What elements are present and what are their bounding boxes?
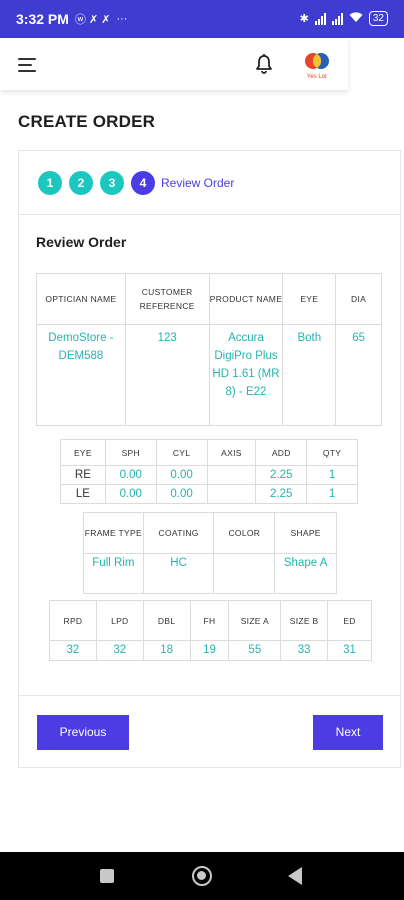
cell-size-a: 55 — [228, 640, 282, 661]
cell-eye-re: RE — [60, 465, 106, 485]
cell-add: 2.25 — [255, 484, 308, 504]
header-product-name: PRODUCT NAME — [208, 273, 284, 325]
frame-table: FRAME TYPE COATING COLOR SHAPE Full Rim … — [83, 512, 337, 594]
power-table: EYE SPH CYL AXIS ADD QTY RE 0.00 0.00 2.… — [60, 439, 358, 504]
status-time: 3:32 PM — [16, 11, 69, 27]
header-frame-type: FRAME TYPE — [83, 512, 144, 554]
cell-size-b: 33 — [280, 640, 329, 661]
battery-icon: 32 — [368, 11, 388, 26]
cell-dia: 65 — [335, 324, 382, 426]
header-lpd: LPD — [95, 600, 144, 641]
cell-optician-name: DemoStore - DEM588 — [36, 324, 126, 426]
cell-frame-type: Full Rim — [83, 553, 144, 594]
header-color: COLOR — [213, 512, 276, 554]
cell-customer-reference: 123 — [124, 324, 210, 426]
app-header: Yes Lor — [0, 38, 348, 90]
header-size-a: SIZE A — [228, 600, 282, 641]
step-1[interactable]: 1 — [38, 171, 62, 195]
header-qty: QTY — [306, 439, 358, 466]
header-rpd: RPD — [49, 600, 97, 641]
header-eye: EYE — [282, 273, 337, 325]
cell-cyl: 0.00 — [155, 465, 208, 485]
cell-shape: Shape A — [274, 553, 337, 594]
header-dia: DIA — [335, 273, 382, 325]
cell-add: 2.25 — [255, 465, 308, 485]
cell-cyl: 0.00 — [155, 484, 208, 504]
cell-lpd: 32 — [95, 640, 144, 661]
status-bar: 3:32 PM ⓦ ✗ ✗ ··· ✱ 32 — [0, 0, 404, 38]
header-size-b: SIZE B — [280, 600, 329, 641]
section-title: Review Order — [36, 234, 127, 250]
cell-ed: 31 — [327, 640, 372, 661]
divider — [19, 695, 400, 696]
system-nav-bar — [0, 852, 404, 900]
cell-rpd: 32 — [49, 640, 97, 661]
page-title: CREATE ORDER — [18, 112, 156, 131]
cell-coating: HC — [142, 553, 215, 594]
cell-eye: Both — [282, 324, 337, 426]
cell-dbl: 18 — [142, 640, 191, 661]
cell-product-name: Accura DigiPro Plus HD 1.61 (MR 8) - E22 — [208, 324, 284, 426]
header-eye: EYE — [60, 439, 106, 466]
bluetooth-icon: ✱ — [299, 13, 309, 25]
wifi-icon — [349, 11, 363, 26]
header-coating: COATING — [142, 512, 215, 554]
divider — [19, 214, 400, 215]
recents-icon[interactable] — [100, 869, 114, 883]
cell-sph: 0.00 — [104, 484, 157, 504]
cell-sph: 0.00 — [104, 465, 157, 485]
step-3[interactable]: 3 — [100, 171, 124, 195]
notification-icons: ⓦ ✗ ✗ — [74, 14, 111, 26]
table-row: LE 0.00 0.00 2.25 1 — [60, 484, 358, 504]
signal-icon-2 — [331, 12, 343, 25]
more-dots-icon: ··· — [116, 13, 128, 25]
step-2[interactable]: 2 — [69, 171, 93, 195]
table-row: RE 0.00 0.00 2.25 1 — [60, 465, 358, 485]
header-cyl: CYL — [155, 439, 208, 466]
order-card: 1 2 3 4 Review Order Review Order OPTICI… — [18, 150, 401, 768]
header-sph: SPH — [104, 439, 157, 466]
header-optician-name: OPTICIAN NAME — [36, 273, 126, 325]
cell-eye-le: LE — [60, 484, 106, 504]
header-axis: AXIS — [206, 439, 257, 466]
bell-icon[interactable] — [254, 53, 274, 75]
company-logo: Yes Lor — [300, 50, 334, 80]
cell-qty: 1 — [306, 465, 358, 485]
header-shape: SHAPE — [274, 512, 337, 554]
back-icon[interactable] — [288, 867, 302, 885]
cell-axis — [206, 465, 257, 485]
logo-text: Yes Lor — [307, 74, 327, 80]
cell-axis — [206, 484, 257, 504]
cell-fh: 19 — [189, 640, 230, 661]
header-ed: ED — [327, 600, 372, 641]
home-icon[interactable] — [192, 866, 212, 886]
measurement-table: RPD LPD DBL FH SIZE A SIZE B ED 32 32 18… — [49, 600, 372, 661]
order-details-table: OPTICIAN NAME CUSTOMER REFERENCE PRODUCT… — [36, 273, 382, 426]
next-button[interactable]: Next — [313, 715, 383, 750]
previous-button[interactable]: Previous — [37, 715, 129, 750]
header-dbl: DBL — [142, 600, 191, 641]
header-add: ADD — [255, 439, 308, 466]
header-fh: FH — [189, 600, 230, 641]
cell-color — [213, 553, 276, 594]
step-4[interactable]: 4 — [131, 171, 155, 195]
current-step-label: Review Order — [161, 176, 235, 190]
header-customer-reference: CUSTOMER REFERENCE — [124, 273, 210, 325]
menu-icon[interactable] — [18, 58, 38, 72]
signal-icon — [314, 12, 326, 25]
cell-qty: 1 — [306, 484, 358, 504]
